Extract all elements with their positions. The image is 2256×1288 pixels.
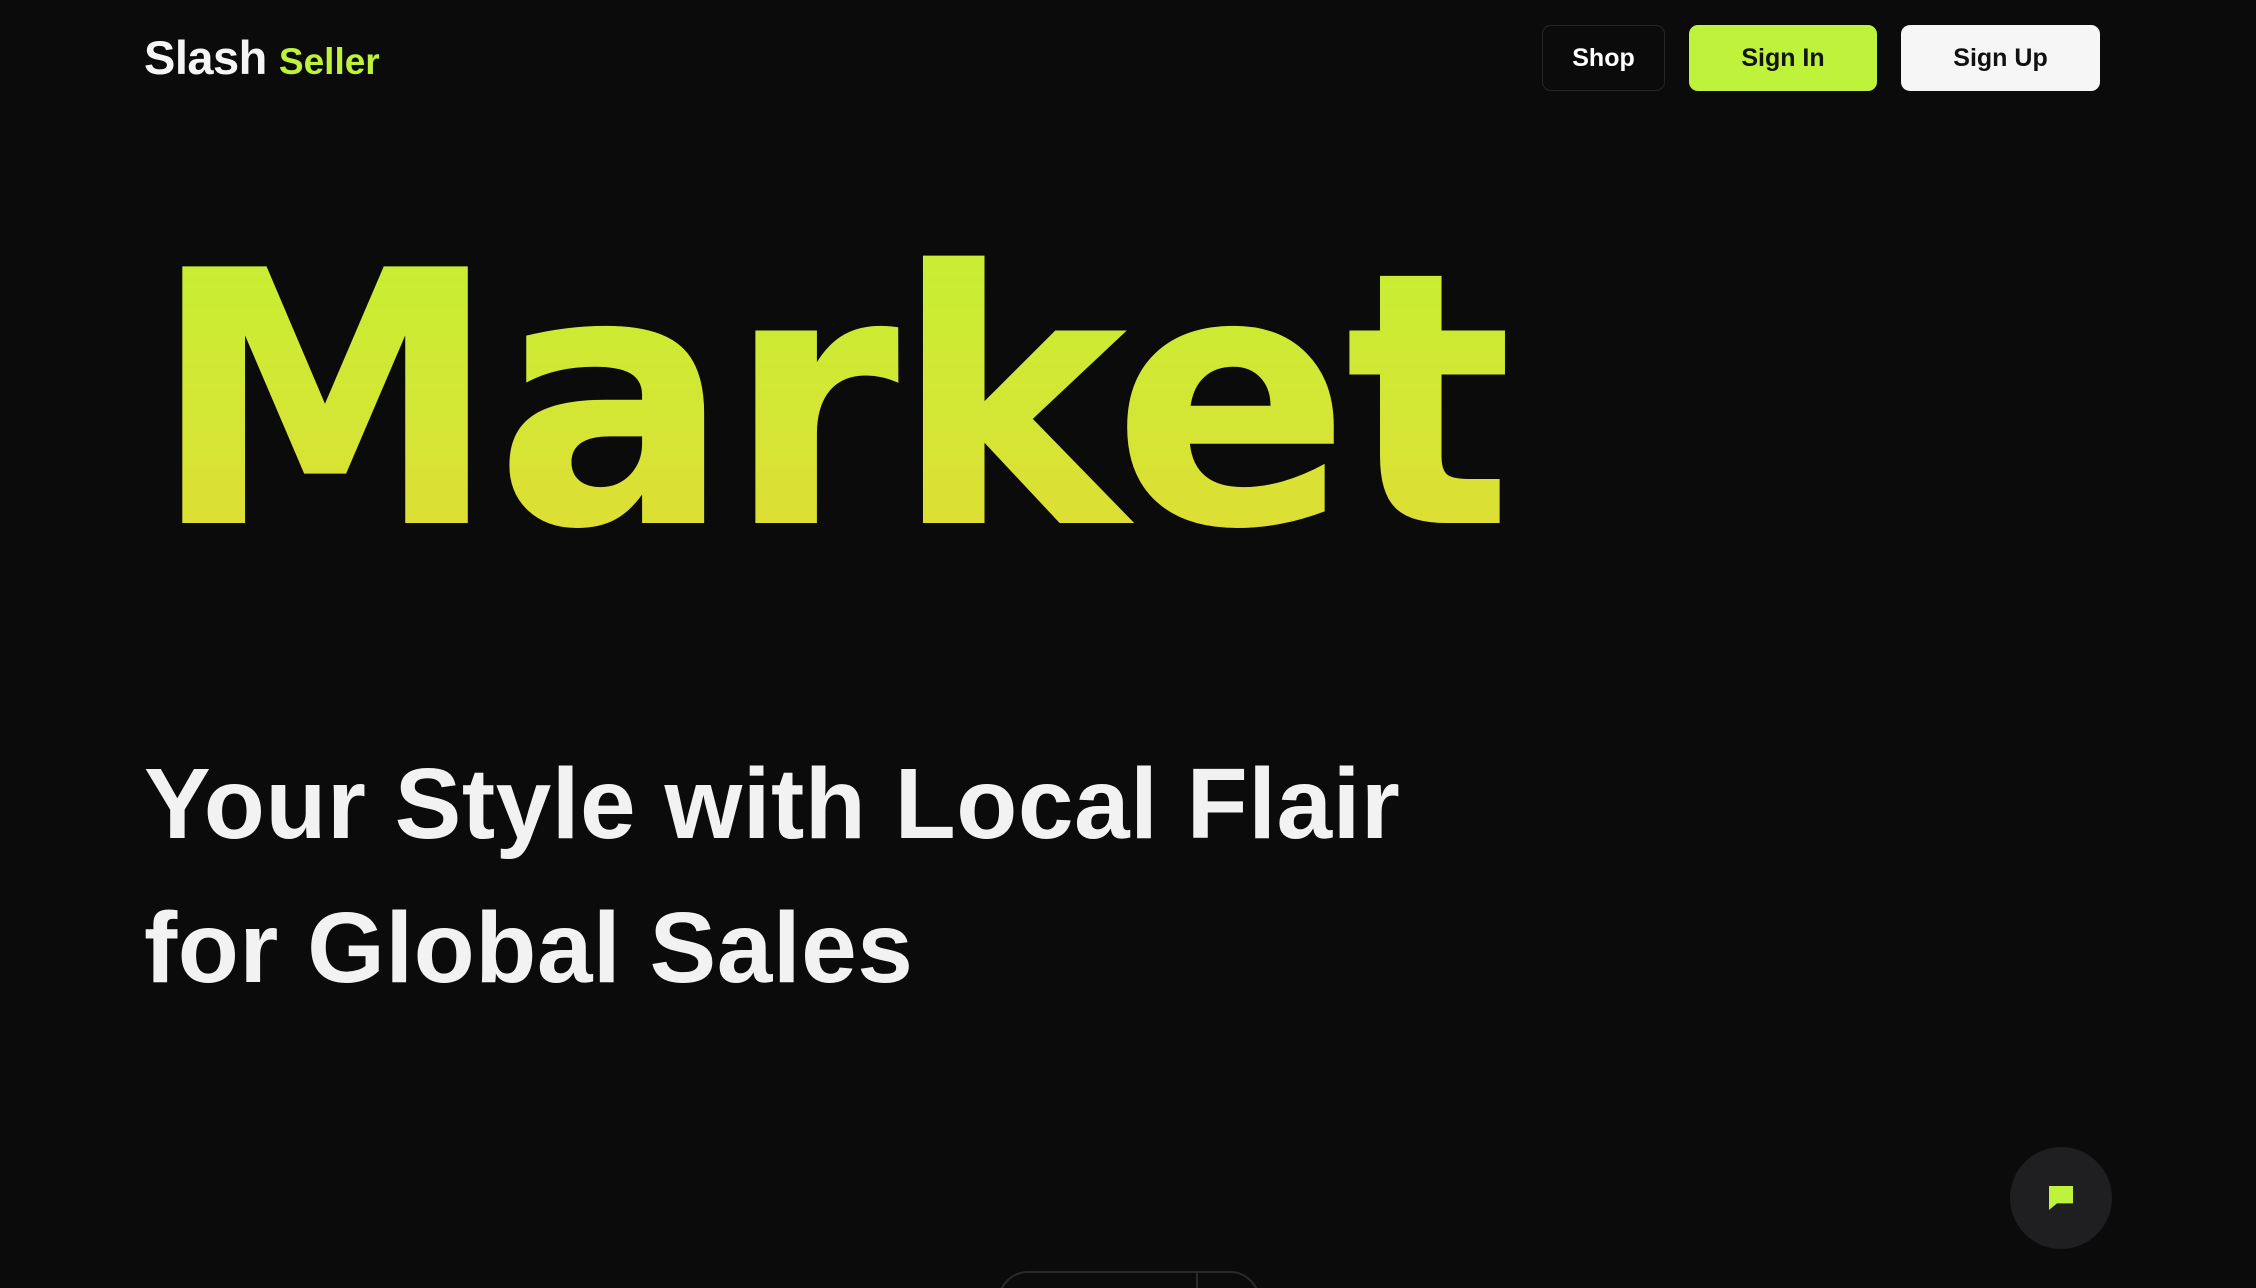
- tagline-line-2: for Global Sales: [144, 892, 914, 1004]
- shop-button[interactable]: Shop: [1542, 25, 1665, 91]
- sign-in-button[interactable]: Sign In: [1689, 25, 1877, 91]
- hero-headline: Market: [150, 197, 1513, 607]
- sign-up-button[interactable]: Sign Up: [1901, 25, 2100, 91]
- logo-primary-text: Slash: [144, 31, 267, 84]
- bottom-toggle-widget[interactable]: [998, 1271, 1260, 1288]
- chat-bubble-icon: [2049, 1186, 2073, 1210]
- logo[interactable]: Slash Seller: [144, 30, 380, 90]
- site-header: Slash Seller Shop Sign In Sign Up: [0, 0, 2256, 120]
- widget-divider: [1196, 1273, 1198, 1288]
- top-nav: Shop Sign In Sign Up: [1542, 25, 2100, 91]
- logo-accent-text: Seller: [278, 41, 380, 82]
- hero-tagline: Your Style with Local Flair for Global S…: [144, 732, 1444, 1020]
- chat-button[interactable]: [2010, 1147, 2112, 1249]
- tagline-line-1: Your Style with Local Flair: [144, 748, 1401, 860]
